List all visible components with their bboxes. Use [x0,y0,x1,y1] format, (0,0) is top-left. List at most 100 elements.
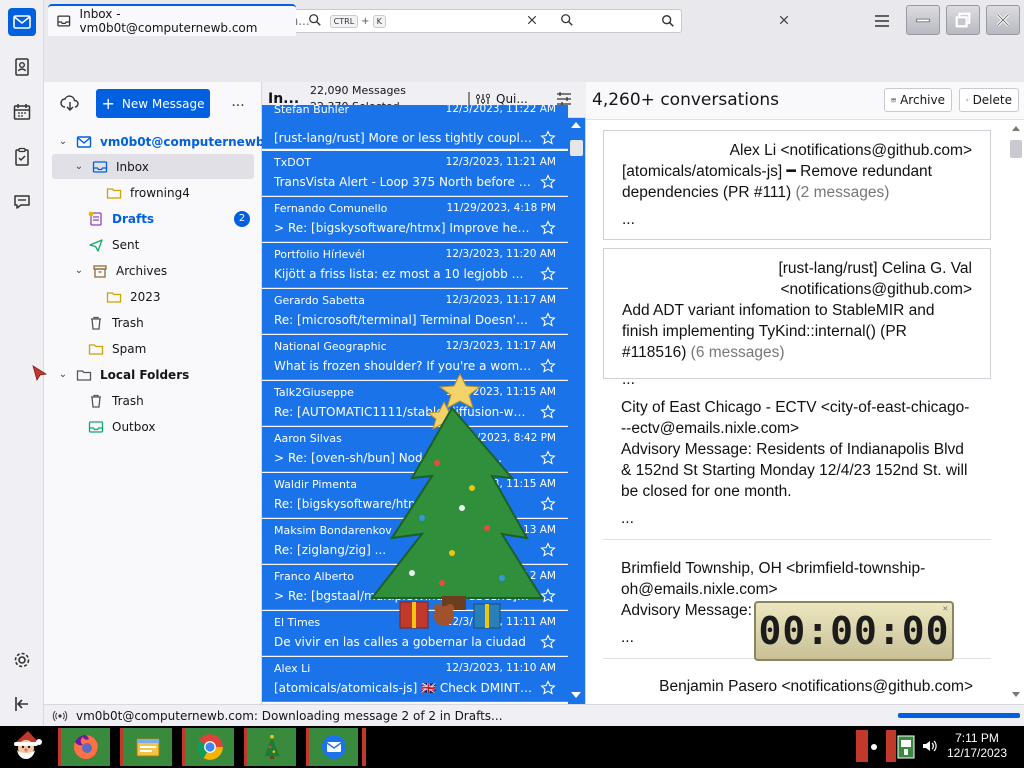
folder-spam[interactable]: Spam [88,336,146,361]
thread-chevron-icon[interactable]: > [274,589,284,603]
new-message-button[interactable]: + New Message [96,89,210,118]
online-status-icon[interactable] [52,709,68,723]
local-folder-trash[interactable]: Trash [88,388,144,413]
archive-button[interactable]: Archive [884,88,952,112]
folder-inbox[interactable]: ⌄ Inbox [52,154,254,179]
restore-button[interactable] [946,5,980,35]
star-icon[interactable] [540,130,556,146]
folder-2023[interactable]: 2023 [106,284,161,309]
scroll-down-arrow-icon[interactable] [1012,692,1020,697]
message-row[interactable]: Stefan Buhler 12/3/2023, 11:22 AM [rust-… [262,105,568,149]
scroll-thumb[interactable] [570,140,583,156]
new-message-label: New Message [121,96,205,111]
message-row[interactable]: TxDOT 12/3/2023, 11:21 AM TransVista Ale… [262,151,568,196]
tab-inbox[interactable]: Inbox - vm0b0t@computernewb.com [48,4,296,36]
folder-trash[interactable]: Trash [88,310,144,335]
thread-chevron-icon[interactable]: > [274,221,284,235]
taskbar-firefox[interactable] [58,728,110,766]
conversation-card[interactable]: Alex Li <notifications@github.com> [atom… [603,130,991,240]
taskbar-chrome[interactable] [182,728,234,766]
divider [468,92,470,106]
countdown-timer-widget[interactable]: 00:00:00 ✕ [754,601,954,661]
conversation-card[interactable]: [rust-lang/rust] Celina G. Val <notifica… [603,248,991,388]
collapse-chevron-icon[interactable]: ⌄ [72,161,86,172]
tab-close-icon[interactable] [526,14,538,26]
folder-label: Inbox [116,159,149,174]
message-sender: National Geographic [274,340,387,353]
star-icon[interactable] [540,220,556,236]
taskbar-christmas-tree[interactable] [244,728,296,766]
taskbar-clock[interactable]: 7:11 PM 12/17/2023 [944,731,1010,761]
tasks-icon[interactable] [8,143,36,171]
message-list-scrollbar[interactable] [568,118,585,704]
star-icon[interactable] [540,312,556,328]
timer-close-icon[interactable]: ✕ [943,604,949,614]
folder-pane-more-button[interactable]: ... [228,94,248,112]
taskbar-file-explorer[interactable] [120,728,172,766]
local-folder-outbox[interactable]: Outbox [88,414,155,439]
card-count: (6 messages) [690,344,785,361]
message-sender: Gerardo Sabetta [274,294,365,307]
star-icon[interactable] [540,634,556,650]
network-icon[interactable] [897,735,915,759]
thread-chevron-icon[interactable]: > [274,451,284,465]
quick-filter-icon[interactable] [476,92,490,106]
address-book-icon[interactable] [8,53,36,81]
message-row[interactable]: Alex Li 12/3/2023, 11:10 AM [atomicals/a… [262,657,568,702]
account-row[interactable]: ⌄ vm0b0t@computernewb... [56,129,278,154]
tab-search-1[interactable] [300,4,546,36]
star-icon[interactable] [540,680,556,696]
download-progress-bar [898,713,1020,718]
app-menu-hamburger-icon[interactable] [872,12,892,30]
message-row[interactable]: Portfolio Hírlevél 12/3/2023, 11:20 AM K… [262,243,568,288]
folder-archives[interactable]: ⌄ Archives [72,258,167,283]
trash-icon [88,393,104,409]
spaces-toolbar [0,0,44,726]
delete-button[interactable]: Delete [959,88,1019,112]
collapse-chevron-icon[interactable]: ⌄ [72,265,86,276]
card-from: [rust-lang/rust] Celina G. Val <notifica… [778,260,972,298]
taskbar-thunderbird[interactable] [306,728,358,766]
collapse-spaces-icon[interactable] [8,690,36,718]
get-messages-icon[interactable] [60,94,80,112]
calendar-icon[interactable] [8,98,36,126]
star-icon[interactable] [540,174,556,190]
conversation-card[interactable]: Benjamin Pasero <notifications@github.co… [603,668,991,702]
card-ellipsis: ... [622,371,635,388]
collapse-chevron-icon[interactable]: ⌄ [56,136,70,147]
card-subject: Advisory Message: Residents of Indianapo… [621,441,968,500]
chat-icon[interactable] [8,188,36,216]
folder-drafts[interactable]: Drafts 2 [88,206,250,231]
minimize-button[interactable] [906,5,940,35]
volume-icon[interactable] [921,738,937,754]
plus-icon: + [101,93,115,113]
conversation-card[interactable]: City of East Chicago - ECTV <city-of-eas… [603,388,991,540]
close-window-button[interactable] [986,5,1020,35]
message-row[interactable]: Fernando Comunello 11/29/2023, 4:18 PM >… [262,197,568,242]
folder-frowning4[interactable]: frowning4 [106,180,190,205]
message-date: 12/3/2023, 11:10 AM [445,662,556,674]
message-row[interactable]: Gerardo Sabetta 12/3/2023, 11:17 AM Re: … [262,289,568,334]
scroll-up-arrow-icon[interactable] [571,122,581,128]
local-folders-row[interactable]: ⌄ Local Folders [56,362,189,387]
quick-filter-label[interactable]: Qui... [496,92,528,106]
scroll-thumb[interactable] [1010,140,1022,158]
minimize-icon [916,18,930,23]
star-icon[interactable] [540,266,556,282]
message-sender: Franco Alberto [274,570,354,583]
scroll-up-arrow-icon[interactable] [1012,126,1020,131]
collapse-chevron-icon[interactable]: ⌄ [56,369,70,380]
folder-sent[interactable]: Sent [88,232,139,257]
reading-pane-scrollbar[interactable] [1008,122,1024,704]
clock-date: 12/17/2023 [946,746,1008,760]
tray-divider [856,730,868,762]
start-button[interactable] [4,728,48,766]
message-subject: Re: [bigskysoftware/htmx] Improve head..… [288,221,532,235]
scroll-down-arrow-icon[interactable] [571,692,581,698]
settings-gear-icon[interactable] [8,646,36,674]
mail-space-icon[interactable] [8,8,36,36]
tab-search-2[interactable] [552,4,798,36]
list-display-options-icon[interactable] [556,92,572,106]
tray-dot-icon[interactable] [871,744,877,750]
tab-close-icon[interactable] [778,14,790,26]
